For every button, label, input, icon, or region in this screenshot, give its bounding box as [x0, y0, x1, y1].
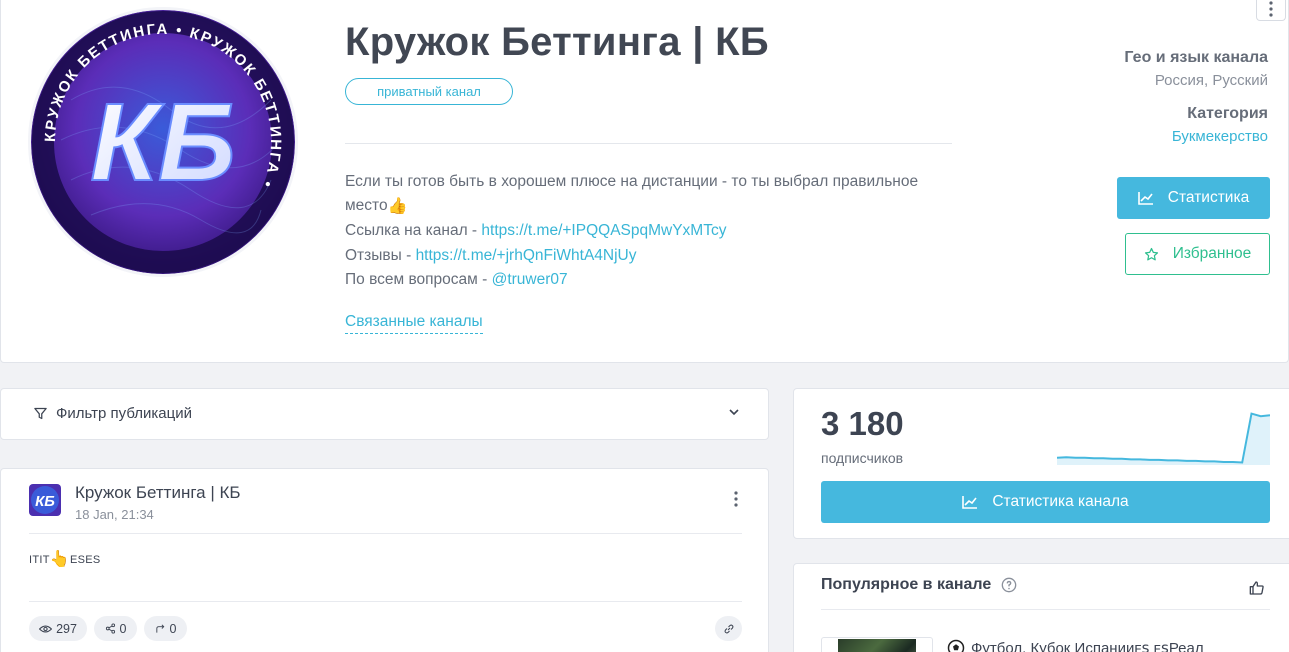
description-line: Если ты готов быть в хорошем плюсе на ди…: [345, 170, 965, 194]
geo-language-value: Россия, Русский: [1154, 72, 1268, 89]
popular-divider: [821, 609, 1270, 610]
pointing-up-emoji-icon: 👆: [49, 551, 70, 568]
post-divider: [29, 533, 742, 534]
contact-link[interactable]: @truwer07: [492, 271, 568, 288]
channel-statistics-button[interactable]: Статистика канала: [821, 481, 1270, 523]
subscribers-sparkline: [1057, 412, 1270, 465]
subscriber-count: 3 180: [821, 405, 904, 442]
favorite-button-label: Избранное: [1172, 245, 1252, 262]
post-card: КБ Кружок Беттинга | КБ 18 Jan, 21:34 IT…: [0, 468, 769, 652]
filter-label: Фильтр публикаций: [56, 405, 192, 422]
description-text: Ссылка на канал -: [345, 222, 482, 240]
views-counter: 297: [29, 616, 87, 641]
help-circle-icon[interactable]: [1001, 577, 1017, 593]
post-author-avatar: КБ: [29, 484, 61, 516]
popular-post-item[interactable]: Футбол. Кубок Испанииᴇꜱ ᴇꜱРеал: [947, 639, 1204, 652]
geo-language-label: Гео и язык канала: [1124, 49, 1268, 66]
post-author[interactable]: Кружок Беттинга | КБ: [75, 483, 241, 503]
category-link[interactable]: Букмекерство: [1172, 128, 1268, 145]
popular-posts-card: Популярное в канале Футбол. Кубок Испани…: [793, 563, 1289, 652]
forward-icon: [155, 624, 164, 633]
chart-line-icon: [962, 496, 978, 509]
publication-filter[interactable]: Фильтр публикаций: [0, 388, 769, 440]
post-text: ITIT👆ESES: [29, 549, 101, 569]
statistics-button[interactable]: Статистика: [1117, 177, 1270, 219]
channel-statistics-label: Статистика канала: [992, 493, 1129, 510]
subscribers-card: 3 180 подписчиков Статистика канала: [793, 388, 1289, 539]
popular-title: Популярное в канале: [821, 576, 992, 593]
avatar-initials: КБ: [90, 81, 236, 204]
chevron-down-icon: [729, 409, 739, 416]
chart-line-icon: [1137, 192, 1153, 205]
description-line: Ссылка на канал - https://t.me/+IPQQASpq…: [345, 219, 965, 243]
subscriber-label: подписчиков: [821, 450, 904, 466]
description-text: Если ты готов быть в хорошем плюсе на ди…: [345, 173, 919, 190]
eye-icon: [39, 624, 53, 633]
description-line: По всем вопросам - @truwer07: [345, 268, 965, 292]
description-line: Отзывы - https://t.me/+jrhQnFiWhtA4NjUy: [345, 244, 965, 268]
post-text-before: ITIT: [29, 554, 50, 566]
soccer-ball-icon: [947, 639, 965, 652]
category-label: Категория: [1187, 105, 1268, 122]
popular-post-thumbnail[interactable]: [821, 637, 933, 652]
thumbs-up-emoji-icon: 👍: [387, 198, 408, 216]
more-vertical-icon: [1269, 1, 1273, 17]
header-divider: [345, 143, 952, 144]
star-icon: [1144, 247, 1158, 260]
favorite-button[interactable]: Избранное: [1125, 233, 1270, 275]
views-count: 297: [56, 621, 77, 636]
channel-description: Если ты готов быть в хорошем плюсе на ди…: [345, 170, 965, 292]
channel-avatar: КРУЖОК БЕТТИНГА • КРУЖОК БЕТТИНГА • КБ: [31, 10, 295, 274]
description-text: Отзывы -: [345, 246, 416, 264]
related-channels-link[interactable]: Связанные каналы: [345, 312, 483, 334]
post-date: 18 Jan, 21:34: [75, 507, 154, 522]
post-text-after: ESES: [70, 554, 101, 566]
description-text: По всем вопросам -: [345, 270, 492, 288]
share-icon: [105, 623, 115, 634]
channel-title: Кружок Беттинга | КБ: [345, 20, 769, 64]
copy-link-button[interactable]: [715, 616, 742, 641]
more-vertical-icon[interactable]: [734, 491, 738, 507]
channel-link[interactable]: https://t.me/+IPQQASpqMwYxMTcy: [481, 222, 726, 239]
post-divider: [29, 601, 742, 602]
forwards-count: 0: [169, 621, 177, 636]
more-options-button[interactable]: [1256, 0, 1286, 21]
private-channel-badge: приватный канал: [345, 78, 513, 105]
popular-post-text: Футбол. Кубок Испанииᴇꜱ ᴇꜱРеал: [971, 640, 1204, 652]
link-icon: [724, 624, 733, 633]
filter-icon: [34, 407, 47, 420]
reviews-link[interactable]: https://t.me/+jrhQnFiWhtA4NjUy: [416, 247, 637, 264]
post-avatar-initials: КБ: [35, 493, 55, 510]
channel-header-card: КРУЖОК БЕТТИНГА • КРУЖОК БЕТТИНГА • КБ К…: [0, 0, 1289, 363]
thumbs-up-icon[interactable]: [1249, 580, 1265, 596]
description-line: место👍: [345, 194, 965, 219]
shares-counter: 0: [94, 616, 137, 641]
forwards-counter: 0: [144, 616, 187, 641]
description-text: место: [345, 197, 388, 215]
shares-count: 0: [119, 621, 127, 636]
statistics-button-label: Статистика: [1167, 189, 1250, 206]
